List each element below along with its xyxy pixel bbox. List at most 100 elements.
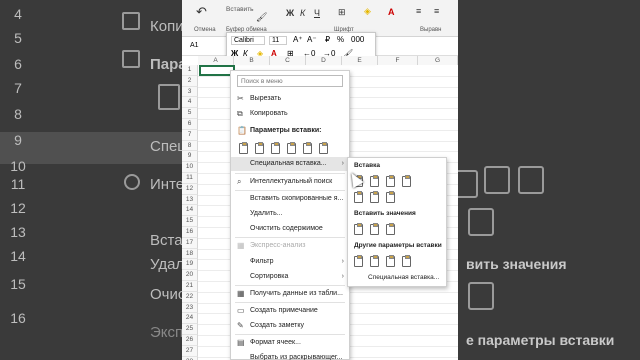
row-header[interactable]: 23 xyxy=(182,302,198,314)
row-header[interactable]: 3 xyxy=(182,86,198,98)
align-left-icon[interactable]: ≡ xyxy=(416,6,421,16)
italic-icon[interactable]: К xyxy=(300,8,305,18)
row-number: 4 xyxy=(14,6,22,22)
row-header[interactable]: 26 xyxy=(182,335,198,346)
row-header[interactable]: 22 xyxy=(182,291,198,303)
brush-icon[interactable]: 🖌 xyxy=(256,12,267,23)
menu-item-clear[interactable]: Очистить содержимое xyxy=(231,222,349,236)
row-header[interactable]: 20 xyxy=(182,270,198,281)
column-header[interactable]: C xyxy=(270,56,306,65)
row-header[interactable]: 1 xyxy=(182,65,198,76)
menu-item-smart-lookup[interactable]: ⌕ Интеллектуальный поиск xyxy=(231,175,349,189)
menu-item-copy[interactable]: ⧉ Копировать xyxy=(231,107,349,121)
menu-item-sort[interactable]: Сортировка › xyxy=(231,270,349,284)
row-header[interactable]: 13 xyxy=(182,194,198,206)
menu-item-pick-list[interactable]: Выбрать из раскрывающег... xyxy=(231,351,349,360)
menu-item-new-comment[interactable]: ▭ Создать примечание xyxy=(231,304,349,318)
underline-icon[interactable]: Ч xyxy=(314,8,320,18)
row-header[interactable]: 7 xyxy=(182,129,198,141)
chevron-right-icon: › xyxy=(341,273,344,280)
row-header[interactable]: 19 xyxy=(182,259,198,271)
row-header[interactable]: 27 xyxy=(182,345,198,357)
paste-values-icon[interactable] xyxy=(255,142,264,154)
submenu-special-paste-item[interactable]: Специальная вставка... xyxy=(368,274,439,281)
row-number: 15 xyxy=(10,276,26,292)
menu-item-label: Вырезать xyxy=(250,95,282,102)
grow-font-icon[interactable]: A⁺ xyxy=(293,35,303,44)
font-select[interactable]: Calibri xyxy=(231,36,265,45)
paste-no-borders-icon[interactable] xyxy=(354,191,363,203)
currency-icon[interactable]: ₽ xyxy=(325,35,330,44)
paste-values-source-format-icon[interactable] xyxy=(386,223,395,235)
row-header[interactable]: 6 xyxy=(182,119,198,130)
menu-item-special-paste[interactable]: Специальная вставка... › xyxy=(231,157,349,171)
paste-keep-source-icon[interactable] xyxy=(402,175,411,187)
row-header[interactable]: 17 xyxy=(182,237,198,249)
paste-link-icon[interactable] xyxy=(319,142,328,154)
menu-item-label: Интеллектуальный поиск xyxy=(250,178,333,185)
menu-item-insert-copied[interactable]: Вставить скопированные я... xyxy=(231,192,349,206)
menu-item-get-data[interactable]: ▦ Получить данные из табли... xyxy=(231,287,349,301)
column-header[interactable]: G xyxy=(418,56,458,65)
bold-icon[interactable]: Ж xyxy=(286,8,294,18)
zoom-smart-label: Интел xyxy=(150,176,182,193)
comma-icon[interactable]: 000 xyxy=(351,35,364,44)
font-size-select[interactable]: 11 xyxy=(269,36,287,45)
menu-item-format-cells[interactable]: ▤ Формат ячеек... xyxy=(231,336,349,350)
shrink-font-icon[interactable]: A⁻ xyxy=(307,35,317,44)
row-header[interactable]: 11 xyxy=(182,173,198,184)
paste-format-icon xyxy=(518,166,544,194)
paste-picture-icon[interactable] xyxy=(386,255,395,267)
column-header[interactable]: E xyxy=(342,56,378,65)
row-header[interactable]: 25 xyxy=(182,324,198,335)
align-center-icon[interactable]: ≡ xyxy=(434,6,439,16)
paste-formatting-icon[interactable] xyxy=(354,255,363,267)
fill-color-icon[interactable]: ◈ xyxy=(364,6,371,17)
name-box[interactable]: A1 xyxy=(190,42,199,49)
paste-values-number-format-icon[interactable] xyxy=(370,223,379,235)
column-header[interactable]: D xyxy=(306,56,342,65)
row-header[interactable]: 18 xyxy=(182,248,198,260)
paste-icon[interactable] xyxy=(239,142,248,154)
zoom-quick-label: Экспр xyxy=(150,324,182,341)
row-header[interactable]: 28 xyxy=(182,356,198,360)
row-header[interactable]: 12 xyxy=(182,183,198,195)
paste-formatting-icon[interactable] xyxy=(303,142,312,154)
row-header[interactable]: 8 xyxy=(182,140,198,152)
row-header[interactable]: 21 xyxy=(182,281,198,292)
row-number: 11 xyxy=(10,176,26,192)
row-header[interactable]: 10 xyxy=(182,162,198,173)
paste-keep-width-icon[interactable] xyxy=(370,191,379,203)
row-header[interactable]: 9 xyxy=(182,151,198,163)
row-header[interactable]: 5 xyxy=(182,108,198,119)
row-header[interactable]: 15 xyxy=(182,216,198,227)
menu-item-cut[interactable]: ✂ Вырезать xyxy=(231,92,349,106)
undo-icon[interactable]: ↶ xyxy=(196,4,207,20)
menu-item-filter[interactable]: Фильтр › xyxy=(231,255,349,269)
left-zoom-panel: 4 5 Копи 6 Пара 7 8 9 Специ 10 11 Интел … xyxy=(0,0,182,360)
paste-transpose-icon[interactable] xyxy=(386,191,395,203)
menu-item-new-note[interactable]: ✎ Создать заметку xyxy=(231,319,349,333)
row-header[interactable]: 24 xyxy=(182,313,198,325)
paste-formulas-icon[interactable] xyxy=(271,142,280,154)
font-color-icon[interactable]: A xyxy=(388,7,395,17)
column-header[interactable]: B xyxy=(234,56,270,65)
menu-search-input[interactable]: Поиск в меню xyxy=(237,75,343,87)
paste-formula-format-icon[interactable] xyxy=(386,175,395,187)
paste-linked-picture-icon[interactable] xyxy=(402,255,411,267)
menu-item-delete[interactable]: Удалить... xyxy=(231,207,349,221)
column-header[interactable]: A xyxy=(198,56,234,65)
row-header[interactable]: 14 xyxy=(182,205,198,217)
paste-values-icon[interactable] xyxy=(354,223,363,235)
column-header[interactable]: F xyxy=(378,56,418,65)
paste-transpose-icon[interactable] xyxy=(287,142,296,154)
paste-button-label[interactable]: Вставить xyxy=(226,6,254,13)
paste-formulas-icon[interactable] xyxy=(370,175,379,187)
context-menu: Поиск в меню ✂ Вырезать ⧉ Копировать 📋 П… xyxy=(230,70,350,360)
percent-icon[interactable]: % xyxy=(337,35,344,44)
row-header[interactable]: 4 xyxy=(182,97,198,109)
paste-link-icon[interactable] xyxy=(370,255,379,267)
borders-icon[interactable]: ⊞ xyxy=(338,7,346,18)
row-header[interactable]: 2 xyxy=(182,75,198,87)
row-header[interactable]: 16 xyxy=(182,227,198,238)
